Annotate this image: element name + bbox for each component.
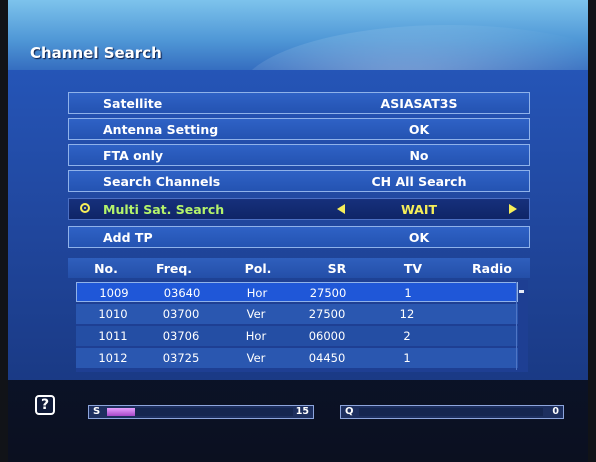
channel-search-screen: Channel Search Satellite ASIASAT3S Anten… [8,0,588,462]
cell-sr: 04450 [308,351,346,365]
column-header-sr: SR [327,261,347,276]
satellite-value: ASIASAT3S [380,96,458,111]
cell-freq: 03700 [162,307,200,321]
radio-indicator-icon [80,203,90,213]
quality-value: 0 [552,406,559,417]
cell-tv: 2 [403,329,411,343]
multi-sat-search-value: WAIT [400,202,438,217]
page-title: Channel Search [30,44,162,62]
cell-sr: 27500 [309,286,347,300]
menu-row-multi-sat-search[interactable]: Multi Sat. Search WAIT [68,198,530,220]
cell-tv: 1 [404,286,412,300]
signal-fill [107,408,135,416]
cell-tv: 1 [403,351,411,365]
tp-table-header: No. Freq. Pol. SR TV Radio [68,258,530,278]
cell-no: 1010 [98,307,128,321]
antenna-setting-value: OK [408,122,430,137]
cell-freq: 03640 [163,286,201,300]
table-row[interactable]: 1011 03706 Hor 06000 2 [76,326,518,346]
signal-value: 15 [295,406,309,417]
cell-no: 1011 [98,329,128,343]
tp-list[interactable]: 1009 03640 Hor 27500 1 1010 03700 Ver 27… [76,280,528,372]
cell-no: 1009 [99,286,129,300]
search-channels-value: CH All Search [371,174,467,189]
table-row[interactable]: 1012 03725 Ver 04450 1 [76,348,518,368]
column-header-freq: Freq. [155,261,193,276]
add-tp-value: OK [408,230,430,245]
cell-pol: Hor [246,286,268,300]
search-channels-label: Search Channels [103,174,221,189]
cell-sr: 06000 [308,329,346,343]
cell-pol: Ver [246,351,266,365]
menu-row-satellite[interactable]: Satellite ASIASAT3S [68,92,530,114]
signal-track [107,408,293,416]
multi-sat-search-label: Multi Sat. Search [103,202,225,217]
menu-row-add-tp[interactable]: Add TP OK [68,226,530,248]
column-header-pol: Pol. [244,261,272,276]
signal-meter: S 15 [88,405,314,419]
cell-freq: 03725 [162,351,200,365]
quality-track [359,408,543,416]
cell-no: 1012 [98,351,128,365]
quality-label: Q [345,406,354,417]
cell-pol: Hor [245,329,267,343]
scrollbar-thumb[interactable] [519,290,524,293]
cell-tv: 12 [399,307,415,321]
right-arrow-icon[interactable] [509,204,517,214]
menu-row-search-channels[interactable]: Search Channels CH All Search [68,170,530,192]
fta-only-value: No [409,148,429,163]
add-tp-label: Add TP [103,230,153,245]
column-header-radio: Radio [472,261,512,276]
quality-meter: Q 0 [340,405,564,419]
tp-list-scrollbar[interactable] [516,282,526,370]
signal-label: S [93,406,101,417]
menu-row-antenna-setting[interactable]: Antenna Setting OK [68,118,530,140]
table-row[interactable]: 1010 03700 Ver 27500 12 [76,304,518,324]
fta-only-label: FTA only [103,148,164,163]
antenna-setting-label: Antenna Setting [103,122,219,137]
table-row[interactable]: 1009 03640 Hor 27500 1 [76,282,518,302]
cell-pol: Ver [246,307,266,321]
help-icon[interactable]: ? [35,395,55,415]
column-header-no: No. [94,261,118,276]
cell-sr: 27500 [308,307,346,321]
cell-freq: 03706 [162,329,200,343]
menu-row-fta-only[interactable]: FTA only No [68,144,530,166]
satellite-label: Satellite [103,96,163,111]
column-header-tv: TV [403,261,423,276]
